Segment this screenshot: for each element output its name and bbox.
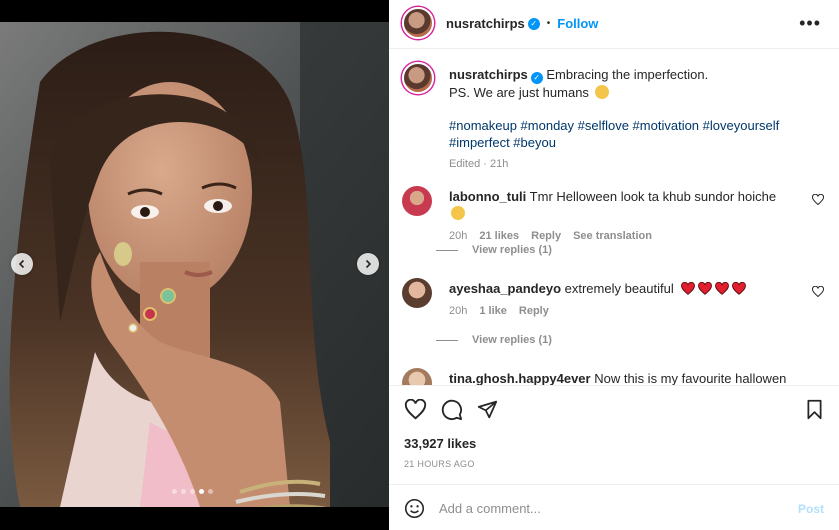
comment-username[interactable]: ayeshaa_pandeyo: [449, 281, 561, 296]
follow-button[interactable]: Follow: [557, 16, 598, 31]
instagram-post-modal: nusratchirps ✓ • Follow ••• nusratchirps…: [0, 0, 839, 530]
red-heart-icon: [698, 282, 713, 295]
red-hearts-emoji: [681, 282, 747, 295]
header-user-row: nusratchirps ✓ • Follow: [446, 16, 598, 31]
comment-text: extremely beautiful: [564, 281, 674, 296]
verified-badge-icon: ✓: [527, 17, 540, 30]
commenter-avatar[interactable]: [402, 186, 432, 216]
comment-like-heart-icon[interactable]: [812, 194, 824, 206]
comments-scroll-area[interactable]: nusratchirps ✓ Embracing the imperfection…: [389, 50, 839, 385]
comment-body: ayeshaa_pandeyo extremely beautiful 20h …: [449, 280, 789, 320]
view-replies-label: View replies (1): [472, 334, 552, 346]
carousel-dot: [199, 489, 204, 494]
post-photo: [0, 22, 389, 507]
author-username[interactable]: nusratchirps: [446, 16, 525, 31]
caption-author-avatar[interactable]: [402, 62, 434, 94]
caption-line-1: Embracing the imperfection.: [546, 67, 709, 82]
replies-divider: [436, 339, 458, 341]
caption-second-line: PS. We are just humans: [449, 84, 809, 101]
comment-line: labonno_tuli Tmr Helloween look ta khub …: [449, 188, 789, 222]
laughing-emoji-icon: [451, 206, 465, 220]
caption-username[interactable]: nusratchirps: [449, 67, 528, 82]
caption-edited-time: Edited · 21h: [449, 158, 509, 170]
red-heart-icon: [681, 282, 696, 295]
caption-first-line: nusratchirps ✓ Embracing the imperfection…: [449, 66, 809, 84]
carousel-indicator: [172, 489, 213, 494]
carousel-dot: [181, 489, 186, 494]
carousel-prev-button[interactable]: [11, 253, 33, 275]
chevron-left-icon: [18, 259, 25, 269]
paper-plane-icon[interactable]: [477, 399, 498, 420]
comment-time: 20h: [449, 230, 468, 242]
comment-likes[interactable]: 1 like: [479, 303, 507, 320]
portrait-illustration: [0, 22, 389, 507]
post-comment-button[interactable]: Post: [798, 502, 824, 516]
separator-dot: •: [546, 18, 551, 29]
smiling-emoji-icon: [594, 85, 609, 99]
carousel-dot: [172, 489, 177, 494]
comment-body: labonno_tuli Tmr Helloween look ta khub …: [449, 188, 789, 245]
more-options-button[interactable]: •••: [799, 13, 821, 34]
comment-meta: 20h 1 like Reply: [449, 303, 789, 320]
likes-count[interactable]: 33,927 likes: [404, 436, 476, 451]
comment-reply-button[interactable]: Reply: [519, 303, 549, 320]
comment-composer: Post: [389, 484, 839, 530]
post-timestamp: 21 HOURS AGO: [404, 459, 475, 469]
post-media: [0, 0, 389, 530]
caption-line-2: PS. We are just humans: [449, 85, 589, 100]
commenter-avatar[interactable]: [402, 368, 432, 385]
author-avatar[interactable]: [402, 7, 434, 39]
bookmark-icon[interactable]: [805, 399, 824, 420]
comment-like-heart-icon[interactable]: [812, 286, 824, 298]
carousel-next-button[interactable]: [357, 253, 379, 275]
comment-reply-button[interactable]: Reply: [531, 228, 561, 245]
comment-line: tina.ghosh.happy4ever Now this is my fav…: [449, 370, 789, 385]
view-replies-button[interactable]: View replies (1): [436, 244, 552, 256]
comment-body: tina.ghosh.happy4ever Now this is my fav…: [449, 370, 789, 385]
post-detail-panel: nusratchirps ✓ • Follow ••• nusratchirps…: [389, 0, 839, 530]
comment-likes[interactable]: 21 likes: [479, 228, 519, 245]
smiley-icon[interactable]: [404, 498, 425, 519]
view-replies-button[interactable]: View replies (1): [436, 334, 552, 346]
post-header: nusratchirps ✓ • Follow •••: [389, 0, 839, 49]
hashtags-line-1[interactable]: #nomakeup #monday #selflove #motivation …: [449, 117, 809, 134]
see-translation-button[interactable]: See translation: [573, 228, 652, 245]
heart-outline-icon[interactable]: [404, 399, 427, 421]
comment-time: 20h: [449, 305, 468, 317]
carousel-dot: [208, 489, 213, 494]
comment-text: Tmr Helloween look ta khub sundor hoiche: [529, 189, 777, 204]
comment-username[interactable]: labonno_tuli: [449, 189, 526, 204]
comment-line: ayeshaa_pandeyo extremely beautiful: [449, 280, 789, 297]
red-heart-icon: [732, 282, 747, 295]
comment-meta: 20h 21 likes Reply See translation: [449, 228, 789, 245]
comment-username[interactable]: tina.ghosh.happy4ever: [449, 371, 591, 385]
post-actions: 33,927 likes 21 HOURS AGO: [389, 385, 839, 480]
carousel-dot: [190, 489, 195, 494]
view-replies-label: View replies (1): [472, 244, 552, 256]
verified-badge-icon: ✓: [530, 72, 543, 84]
add-comment-input[interactable]: [439, 497, 779, 519]
replies-divider: [436, 249, 458, 251]
hashtags-line-2[interactable]: #imperfect #beyou: [449, 134, 809, 151]
caption-text: nusratchirps ✓ Embracing the imperfection…: [449, 66, 809, 173]
commenter-avatar[interactable]: [402, 278, 432, 308]
chevron-right-icon: [365, 259, 372, 269]
comment-bubble-icon[interactable]: [441, 399, 463, 421]
hashtags: #nomakeup #monday #selflove #motivation …: [449, 117, 809, 151]
red-heart-icon: [715, 282, 730, 295]
